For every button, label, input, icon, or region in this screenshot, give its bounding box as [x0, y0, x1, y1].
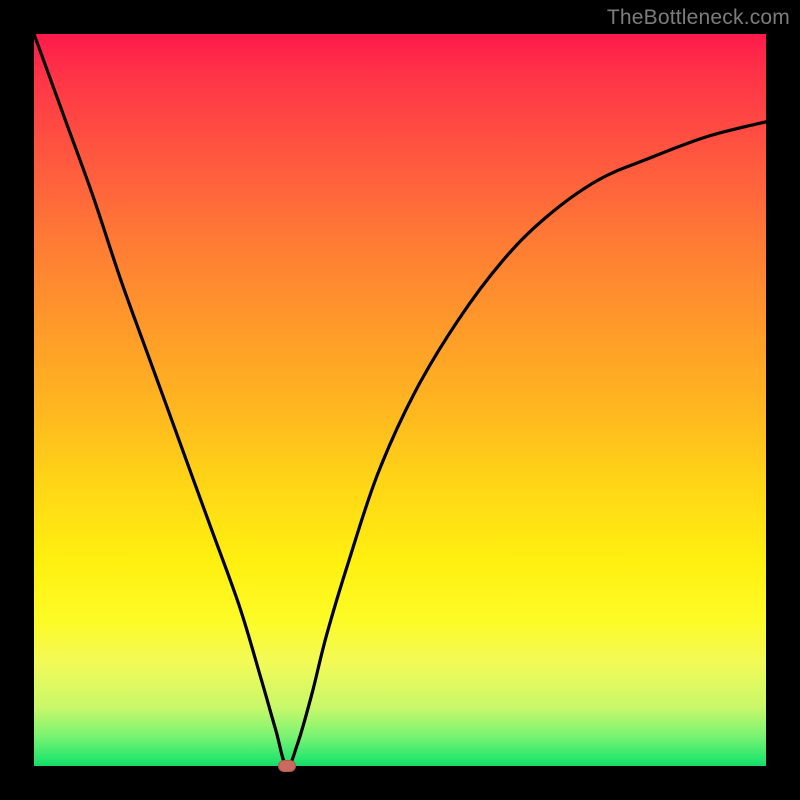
chart-frame: TheBottleneck.com	[0, 0, 800, 800]
curve-minimum-marker	[278, 760, 296, 772]
plot-area	[34, 34, 766, 766]
watermark-text: TheBottleneck.com	[607, 6, 790, 30]
bottleneck-curve	[34, 34, 766, 766]
